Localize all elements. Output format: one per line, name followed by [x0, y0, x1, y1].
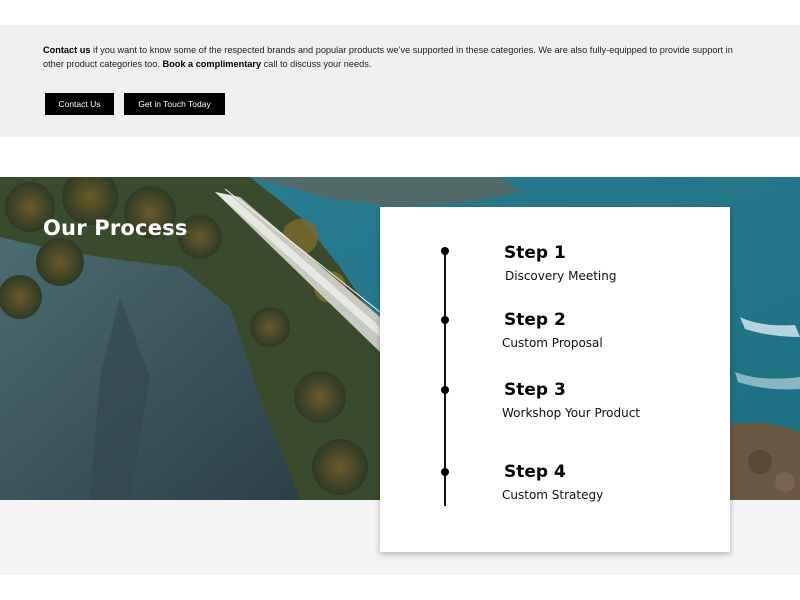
step-1-subtitle: Discovery Meeting [505, 269, 617, 283]
our-process-title: Our Process [43, 216, 188, 240]
cta-text-2: call to discuss your needs. [261, 58, 372, 69]
step-2-subtitle: Custom Proposal [502, 336, 603, 350]
step-1-title: Step 1 [504, 243, 566, 263]
cta-paragraph: Contact us if you want to know some of t… [43, 44, 743, 71]
timeline-dot [441, 386, 449, 394]
cta-text-1: if you want to know some of the respecte… [43, 45, 733, 69]
contact-us-bold: Contact us [43, 45, 91, 55]
step-4-subtitle: Custom Strategy [502, 488, 604, 502]
step-3-subtitle: Workshop Your Product [502, 406, 641, 420]
get-in-touch-button[interactable]: Get in Touch Today [124, 93, 225, 115]
timeline-dot [441, 468, 449, 476]
timeline-dot [441, 316, 449, 324]
steps-card: Step 1 Discovery Meeting Step 2 Custom P… [380, 207, 730, 552]
contact-us-button[interactable]: Contact Us [45, 93, 114, 115]
step-4-title: Step 4 [504, 462, 566, 482]
step-2-title: Step 2 [504, 310, 566, 330]
timeline-dot [441, 247, 449, 255]
step-3-title: Step 3 [504, 380, 566, 400]
book-complimentary-bold: Book a complimentary [162, 58, 262, 69]
cta-section: Contact us if you want to know some of t… [0, 25, 800, 137]
